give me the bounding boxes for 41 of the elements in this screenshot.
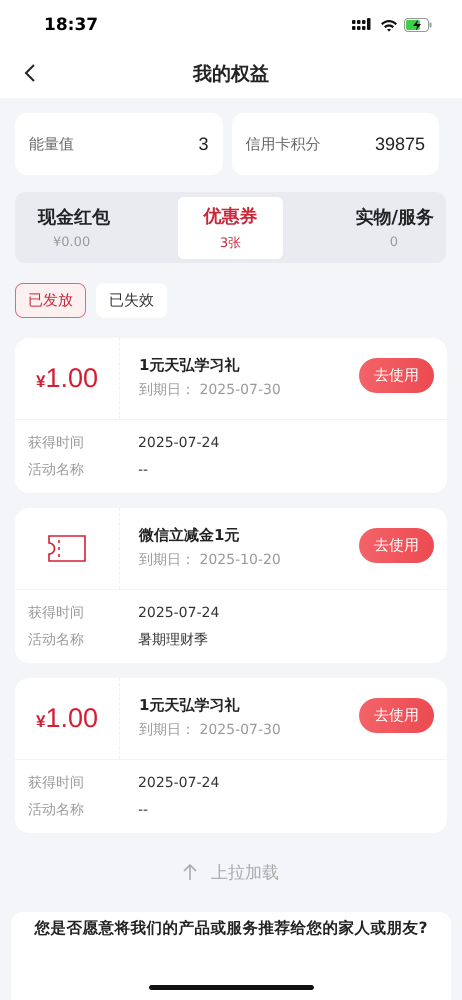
coupon-amount: ¥1.00 <box>36 703 98 734</box>
survey-question: 您是否愿意将我们的产品或服务推荐给您的家人或朋友? <box>34 918 428 939</box>
wifi-icon <box>380 18 398 32</box>
up-arrow-icon <box>183 864 197 880</box>
field-value: 2025-07-24 <box>137 604 220 620</box>
stat-value: 3 <box>198 134 208 154</box>
expiry-date: 到期日： 2025-07-30 <box>139 381 282 399</box>
field-label: 获得时间 <box>27 774 85 792</box>
stat-label: 信用卡积分 <box>246 134 320 154</box>
filter-chip[interactable]: 已失效 <box>96 283 167 318</box>
field-label: 活动名称 <box>27 800 85 818</box>
coupon-title: 1元天弘学习礼 <box>139 696 240 715</box>
coupon-title: 1元天弘学习礼 <box>139 356 240 375</box>
field-value: -- <box>137 802 148 818</box>
expiry-date: 到期日： 2025-07-30 <box>139 721 282 739</box>
use-button[interactable]: 去使用 <box>359 698 434 733</box>
coupon-title: 微信立减金1元 <box>139 526 240 545</box>
page-title: 我的权益 <box>193 62 269 87</box>
load-more-text: 上拉加载 <box>211 862 279 884</box>
coupon-amount: ¥1.00 <box>36 363 98 394</box>
stat-value: 39875 <box>374 134 425 154</box>
field-label: 获得时间 <box>27 604 85 622</box>
status-time: 18:37 <box>44 15 98 35</box>
filter-chip[interactable]: 已发放 <box>15 283 86 318</box>
use-button[interactable]: 去使用 <box>359 528 434 563</box>
battery-icon <box>404 18 432 32</box>
field-value: 2025-07-24 <box>137 774 220 790</box>
use-button[interactable]: 去使用 <box>359 358 434 393</box>
field-value: 暑期理财季 <box>137 630 208 648</box>
field-label: 获得时间 <box>27 434 85 452</box>
field-value: -- <box>137 462 148 478</box>
category-tab[interactable]: 现金红包 ¥0.00 <box>27 196 158 258</box>
back-icon <box>23 62 37 84</box>
category-tab[interactable]: 实物/服务 0 <box>303 196 434 258</box>
expiry-date: 到期日： 2025-10-20 <box>139 551 282 569</box>
stat-label: 能量值 <box>29 134 74 154</box>
category-tab[interactable]: 优惠券 3张 <box>178 196 283 258</box>
ticket-icon <box>48 535 86 562</box>
field-label: 活动名称 <box>27 460 85 478</box>
field-label: 活动名称 <box>27 630 85 648</box>
field-value: 2025-07-24 <box>137 434 220 450</box>
